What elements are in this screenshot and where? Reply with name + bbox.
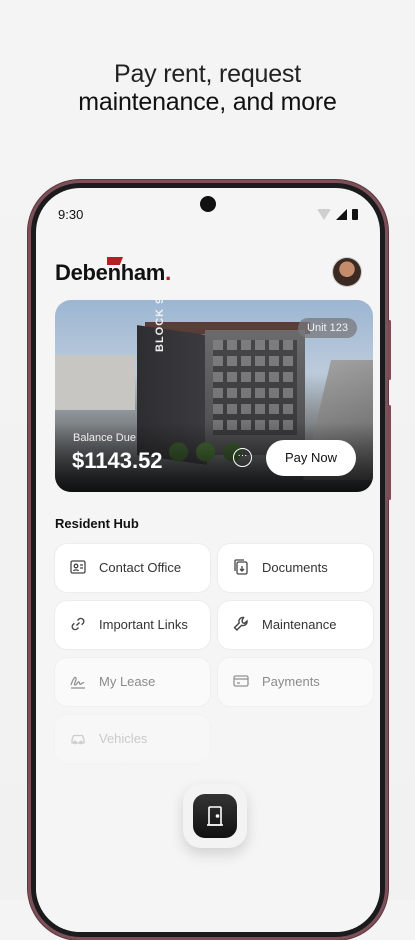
brand-dot: .	[165, 260, 171, 285]
section-title-resident-hub: Resident Hub	[55, 516, 139, 531]
balance-label: Balance Due	[73, 432, 136, 444]
building-sign: BLOCK 96	[154, 300, 166, 352]
link-icon	[71, 617, 85, 631]
status-time: 9:30	[58, 207, 84, 222]
more-options-icon[interactable]: ···	[233, 448, 252, 467]
phone-screen: 9:30 Debenham. BLOCK 96 Unit 123 Balance…	[36, 188, 380, 932]
user-avatar[interactable]	[333, 258, 361, 286]
hub-tile-label: Contact Office	[99, 560, 182, 575]
hero-background-building	[55, 355, 135, 410]
hub-tile-contact-office[interactable]: Contact Office	[55, 544, 210, 592]
hub-tile-label: Maintenance	[262, 617, 337, 632]
brand-logo: Debenham.	[55, 260, 171, 286]
hub-tile-documents[interactable]: Documents	[218, 544, 373, 592]
documents-icon	[234, 559, 248, 575]
unit-badge: Unit 123	[298, 318, 357, 338]
hub-tile-important-links[interactable]: Important Links	[55, 601, 210, 649]
phone-volume-button	[388, 405, 391, 500]
promo-headline: Pay rent, request maintenance, and more	[0, 60, 415, 116]
door-icon	[207, 806, 223, 826]
hub-tile-label: Payments	[262, 674, 320, 689]
wrench-icon	[233, 616, 248, 631]
status-icons	[317, 209, 358, 220]
phone-side-button	[388, 320, 391, 380]
hub-tile-label: Documents	[262, 560, 328, 575]
headline-line-1: Pay rent, request	[114, 60, 301, 88]
hub-tile-label: My Lease	[99, 674, 156, 689]
balance-card: BLOCK 96 Unit 123 Balance Due $1143.52 ·…	[55, 300, 373, 492]
hub-tile-label: Important Links	[99, 617, 188, 632]
phone-frame: 9:30 Debenham. BLOCK 96 Unit 123 Balance…	[28, 180, 391, 940]
pay-now-button[interactable]: Pay Now	[266, 440, 356, 476]
wifi-icon	[317, 209, 331, 220]
hub-tile-payments[interactable]: Payments	[218, 658, 373, 706]
hub-tile-maintenance[interactable]: Maintenance	[218, 601, 373, 649]
signal-icon	[336, 209, 347, 220]
front-camera	[200, 196, 216, 212]
door-button-face	[193, 794, 237, 838]
card-icon	[233, 675, 249, 687]
contact-card-icon	[70, 560, 86, 574]
headline-line-2: maintenance, and more	[78, 88, 337, 116]
signature-icon	[70, 676, 85, 689]
brand-name: Debenham	[55, 260, 166, 285]
battery-icon	[352, 209, 358, 220]
balance-amount: $1143.52	[72, 448, 163, 473]
hub-tile-my-lease[interactable]: My Lease	[55, 658, 210, 706]
door-action-button[interactable]	[183, 784, 247, 848]
